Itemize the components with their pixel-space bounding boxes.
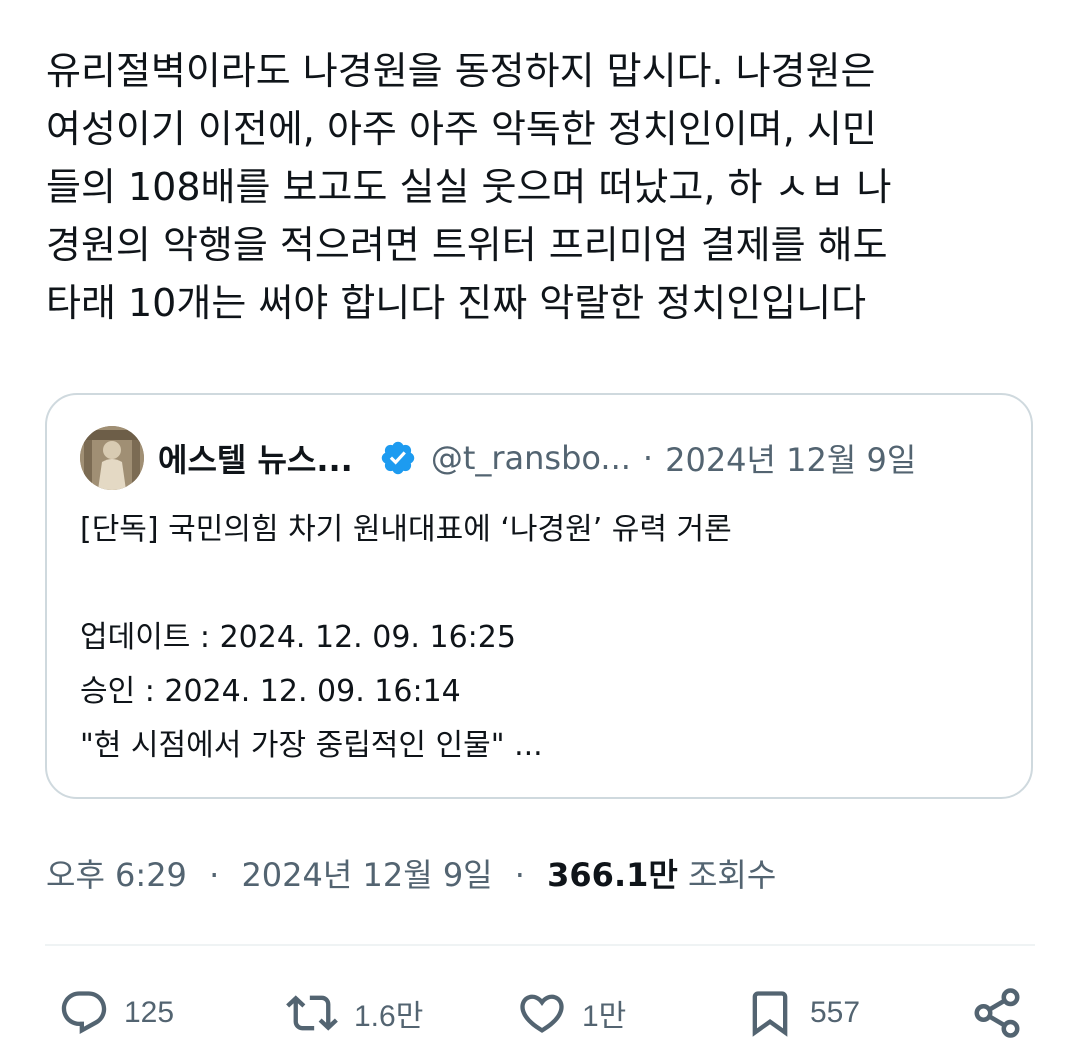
retweet-count: 1.6만 <box>354 1000 424 1033</box>
bookmark-button[interactable]: 557 <box>744 985 860 1041</box>
tweet-time[interactable]: 오후 6:29 <box>46 856 187 894</box>
tweet-text-line: 타래 10개는 써야 합니다 진짜 악랄한 정치인입니다 <box>46 281 867 325</box>
separator-dot: · <box>642 439 654 477</box>
separator-dot: · <box>209 856 220 894</box>
quoted-update-line: 업데이트 : 2024. 12. 09. 16:25 <box>80 620 516 655</box>
retweet-icon <box>286 995 338 1031</box>
quoted-author-avatar[interactable] <box>80 426 144 490</box>
quoted-tweet-date[interactable]: 2024년 12월 9일 <box>665 435 916 481</box>
reply-button[interactable]: 125 <box>58 985 174 1041</box>
quoted-tweet-card[interactable]: 에스텔 뉴스... @t_ransbo... · 2024년 12월 9일 [단… <box>45 393 1033 799</box>
quoted-headline: [단독] 국민의힘 차기 원내대표에 ‘나경원’ 유력 거론 <box>80 512 732 547</box>
tweet-text: 유리절벽이라도 나경원을 동정하지 맙시다. 나경원은 여성이기 이전에, 아주… <box>46 42 1046 332</box>
views-label: 조회수 <box>687 856 777 894</box>
quoted-tweet-body: [단독] 국민의힘 차기 원내대표에 ‘나경원’ 유력 거론 업데이트 : 20… <box>80 503 1000 773</box>
quoted-author-name[interactable]: 에스텔 뉴스... <box>158 435 353 481</box>
divider <box>45 944 1035 946</box>
reply-count: 125 <box>124 996 175 1029</box>
tweet-text-line: 경원의 악행을 적으려면 트위터 프리미엄 결제를 해도 <box>46 223 888 267</box>
quoted-tweet-header: 에스텔 뉴스... @t_ransbo... · 2024년 12월 9일 <box>80 426 916 490</box>
quoted-excerpt: "현 시점에서 가장 중립적인 인물" ... <box>80 728 543 763</box>
separator-dot: · <box>514 856 525 894</box>
share-button[interactable] <box>970 985 1024 1041</box>
reply-icon <box>61 991 107 1035</box>
views-count[interactable]: 366.1만 <box>547 856 678 894</box>
tweet-date[interactable]: 2024년 12월 9일 <box>241 856 492 894</box>
action-bar: 125 1.6만 1만 557 <box>0 985 1080 1041</box>
bookmark-count: 557 <box>810 996 861 1029</box>
retweet-button[interactable]: 1.6만 <box>284 985 423 1041</box>
quoted-author-handle[interactable]: @t_ransbo... <box>431 439 631 477</box>
bookmark-icon <box>752 991 788 1037</box>
tweet-meta: 오후 6:29 · 2024년 12월 9일 · 366.1만 조회수 <box>46 850 776 896</box>
quoted-approve-line: 승인 : 2024. 12. 09. 16:14 <box>80 674 461 709</box>
tweet-text-line: 들의 108배를 보고도 실실 웃으며 떠났고, 하 ㅅㅂ 나 <box>46 165 892 209</box>
tweet-text-line: 유리절벽이라도 나경원을 동정하지 맙시다. 나경원은 <box>46 49 876 93</box>
heart-icon <box>520 994 564 1033</box>
like-button[interactable]: 1만 <box>516 985 626 1041</box>
tweet-text-line: 여성이기 이전에, 아주 아주 악독한 정치인이며, 시민 <box>46 107 877 151</box>
like-count: 1만 <box>582 1000 627 1033</box>
share-icon <box>974 988 1020 1038</box>
verified-badge-icon <box>381 441 415 475</box>
